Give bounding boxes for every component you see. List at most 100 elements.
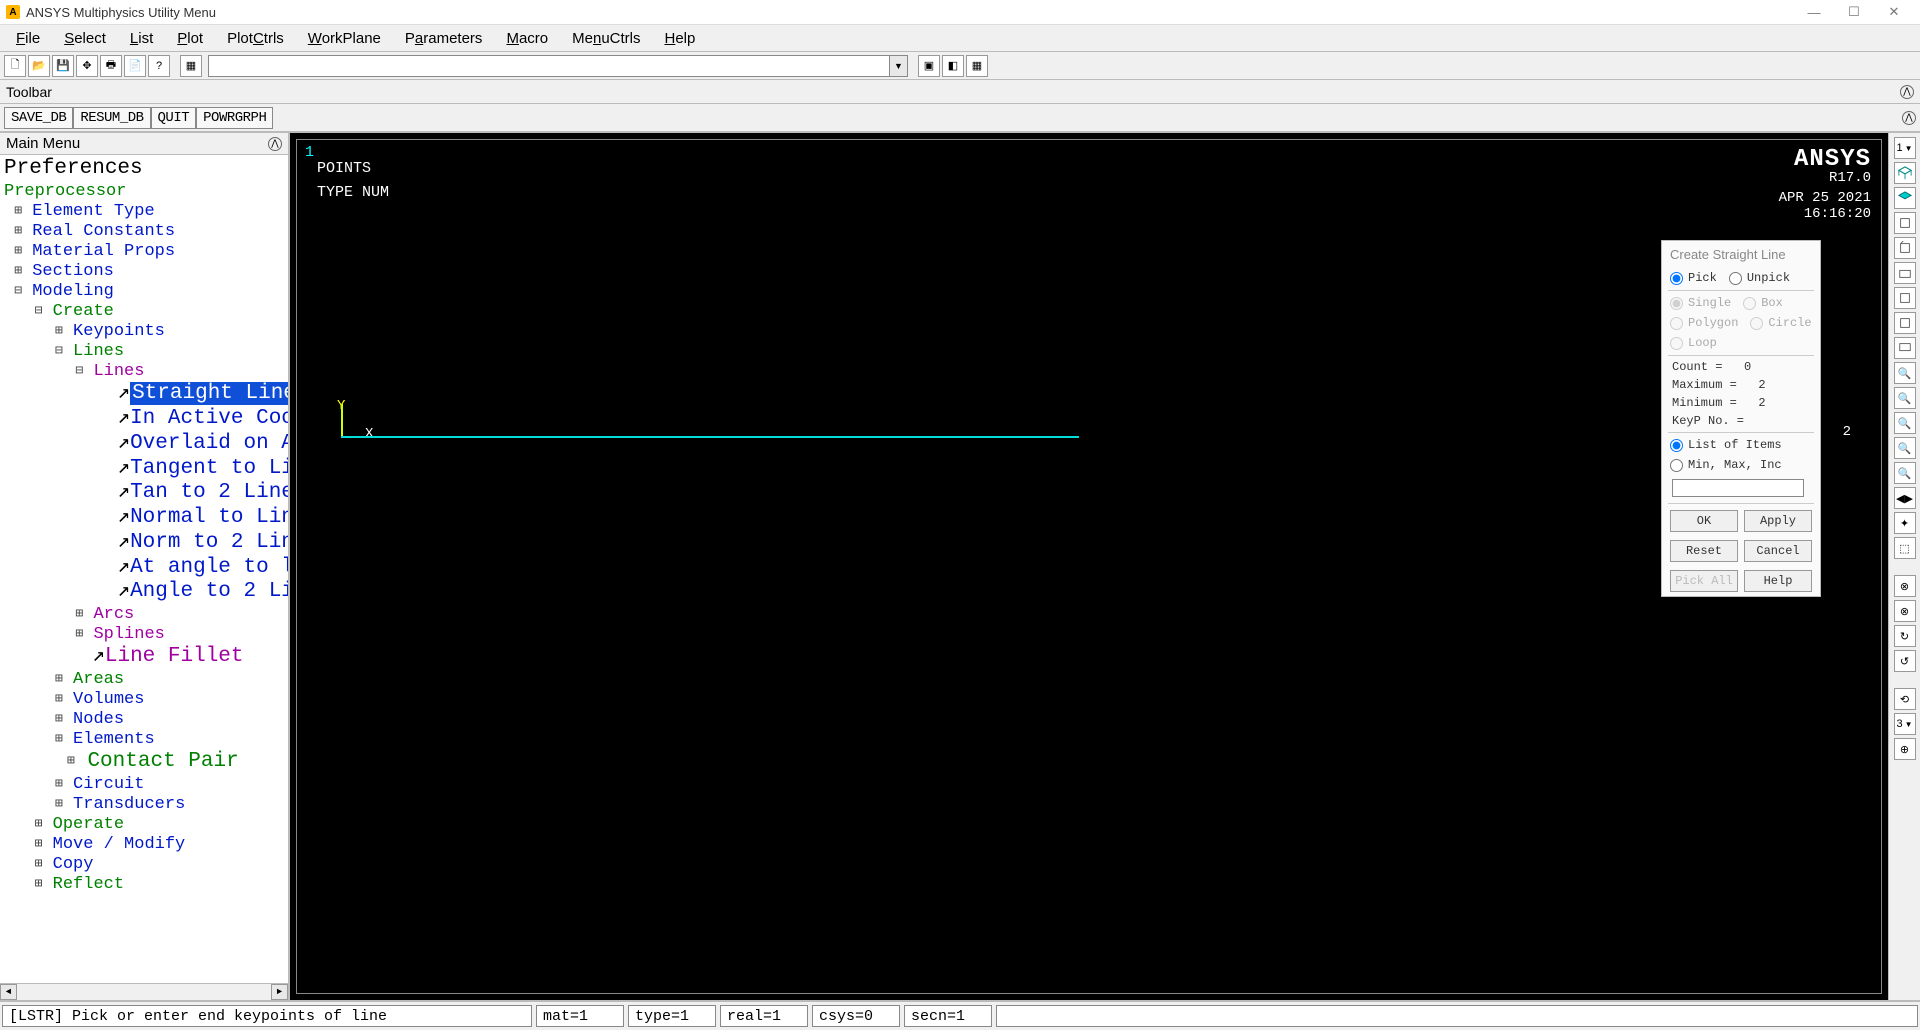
dynamic-mode-icon[interactable]: ✦ [1894,512,1916,534]
tree-arcs[interactable]: Arcs [93,605,134,624]
tree-tangent-to-line[interactable]: Tangent to Line [130,457,288,480]
zoom-win-icon[interactable]: 🔍 [1894,437,1916,459]
menu-workplane[interactable]: WorkPlane [296,28,393,49]
rate-icon[interactable]: ⬚ [1894,537,1916,559]
maximize-button[interactable]: ☐ [1834,1,1874,23]
right-view-icon[interactable] [1894,237,1916,259]
command-history-dropdown[interactable]: ▼ [889,56,907,76]
tree-real-constants[interactable]: Real Constants [32,222,175,241]
tree-circuit[interactable]: Circuit [73,775,144,794]
help-icon[interactable]: ? [148,55,170,77]
dialog-cancel-button[interactable]: Cancel [1744,540,1812,562]
close-button[interactable]: ✕ [1874,1,1914,23]
zoom-fit-icon[interactable]: 🔍 [1894,362,1916,384]
tree-norm-to-2-lines[interactable]: Norm to 2 Lines [130,531,288,554]
menu-plotctrls[interactable]: PlotCtrls [215,28,296,49]
main-menu-collapse-icon[interactable]: ⋀ [268,137,282,151]
menu-parameters[interactable]: Parameters [393,28,495,49]
menu-list[interactable]: List [118,28,165,49]
radio-unpick[interactable]: Unpick [1729,271,1790,285]
tree-line-fillet[interactable]: Line Fillet [105,645,244,668]
tree-preprocessor[interactable]: Preprocessor [4,182,126,201]
zoom-back-icon[interactable]: 🔍 [1894,387,1916,409]
rotate-neg-icon[interactable]: ⟲ [1894,688,1916,710]
tree-copy[interactable]: Copy [53,855,94,874]
tree-create[interactable]: Create [53,302,114,321]
resum-db-button[interactable]: RESUM_DB [73,107,150,129]
menu-menuctrls[interactable]: MenuCtrls [560,28,652,49]
menu-help[interactable]: Help [652,28,707,49]
tree-straight-line[interactable]: Straight Line [130,382,288,405]
menu-macro[interactable]: Macro [494,28,560,49]
dynamic-rotate-icon[interactable]: ⊕ [1894,738,1916,760]
cmdbar-expand-icon[interactable]: ⋀ [1902,111,1916,125]
tree-material-props[interactable]: Material Props [32,242,175,261]
open-icon[interactable]: 📂 [28,55,50,77]
main-menu-tree[interactable]: Preferences Preprocessor ⊞ Element Type … [0,155,288,1000]
tree-lines[interactable]: Lines [73,342,124,361]
tree-modeling[interactable]: Modeling [32,282,114,301]
zoom-in-icon[interactable]: 🔍 [1894,462,1916,484]
reset-picking-icon[interactable]: ◧ [942,55,964,77]
tree-move-modify[interactable]: Move / Modify [53,835,186,854]
pan-left-right-icon[interactable]: ◀▶ [1894,487,1916,509]
tree-splines[interactable]: Splines [93,625,164,644]
new-icon[interactable]: 🗋 [4,55,26,77]
tree-in-active-coord[interactable]: In Active Coord [130,407,288,430]
zoom-box-icon[interactable]: 🔍 [1894,412,1916,434]
graphics-viewport[interactable]: 1 POINTS TYPE NUM ANSYS R17.0 APR 25 202… [296,139,1882,994]
tree-normal-to-line[interactable]: Normal to Line [130,506,288,529]
report-icon[interactable]: 📄 [124,55,146,77]
scroll-left-icon[interactable]: ◄ [0,984,17,1000]
rotate-z-icon[interactable]: ↻ [1894,625,1916,647]
scroll-right-icon[interactable]: ► [271,984,288,1000]
powrgrph-button[interactable]: POWRGRPH [196,107,273,129]
tree-preferences[interactable]: Preferences [4,157,143,180]
raise-hidden-icon[interactable]: ▣ [918,55,940,77]
save-db-button[interactable]: SAVE_DB [4,107,73,129]
radio-pick[interactable]: Pick [1670,271,1717,285]
dialog-apply-button[interactable]: Apply [1744,510,1812,532]
tree-keypoints[interactable]: Keypoints [73,322,165,341]
bottom-view-icon[interactable] [1894,337,1916,359]
pan-icon[interactable]: ✥ [76,55,98,77]
back-view-icon[interactable] [1894,287,1916,309]
tree-areas[interactable]: Areas [73,670,124,689]
tree-overlaid-on-area[interactable]: Overlaid on Area [130,432,288,455]
menu-file[interactable]: File [4,28,52,49]
radio-list-of-items[interactable]: List of Items [1670,438,1782,452]
tree-element-type[interactable]: Element Type [32,202,154,221]
tree-angle-to-2-lines[interactable]: Angle to 2 Lines [130,580,288,603]
window-layout-selector[interactable]: 1▼ [1894,137,1916,159]
tree-elements[interactable]: Elements [73,730,155,749]
rotate-iso-icon[interactable]: ↺ [1894,650,1916,672]
command-input[interactable] [209,56,889,76]
save-icon[interactable]: 💾 [52,55,74,77]
oblique-view-icon[interactable] [1894,187,1916,209]
rate-selector[interactable]: 3▼ [1894,713,1916,735]
top-view-icon[interactable] [1894,262,1916,284]
print-icon[interactable]: 🖶 [100,55,122,77]
radio-min-max-inc[interactable]: Min, Max, Inc [1670,458,1782,472]
tree-sections[interactable]: Sections [32,262,114,281]
tree-nodes[interactable]: Nodes [73,710,124,729]
quit-button[interactable]: QUIT [151,107,197,129]
iso-view-icon[interactable] [1894,162,1916,184]
rotate-x-icon[interactable]: ⊗ [1894,575,1916,597]
tree-horizontal-scrollbar[interactable]: ◄ ► [0,983,288,1000]
dialog-ok-button[interactable]: OK [1670,510,1738,532]
tree-lines-sub[interactable]: Lines [93,362,144,381]
contact-manager-icon[interactable]: ▦ [966,55,988,77]
tree-reflect[interactable]: Reflect [53,875,124,894]
tree-operate[interactable]: Operate [53,815,124,834]
toolbar-expand-icon[interactable]: ⋀ [1900,85,1914,99]
tree-at-angle-to-line[interactable]: At angle to line [130,556,288,579]
tree-volumes[interactable]: Volumes [73,690,144,709]
dialog-reset-button[interactable]: Reset [1670,540,1738,562]
tree-contact-pair[interactable]: Contact Pair [87,750,238,773]
left-view-icon[interactable] [1894,312,1916,334]
dialog-help-button[interactable]: Help [1744,570,1812,592]
front-view-icon[interactable] [1894,212,1916,234]
command-toggle-icon[interactable]: ▦ [180,55,202,77]
tree-tan-to-2-lines[interactable]: Tan to 2 Lines [130,481,288,504]
